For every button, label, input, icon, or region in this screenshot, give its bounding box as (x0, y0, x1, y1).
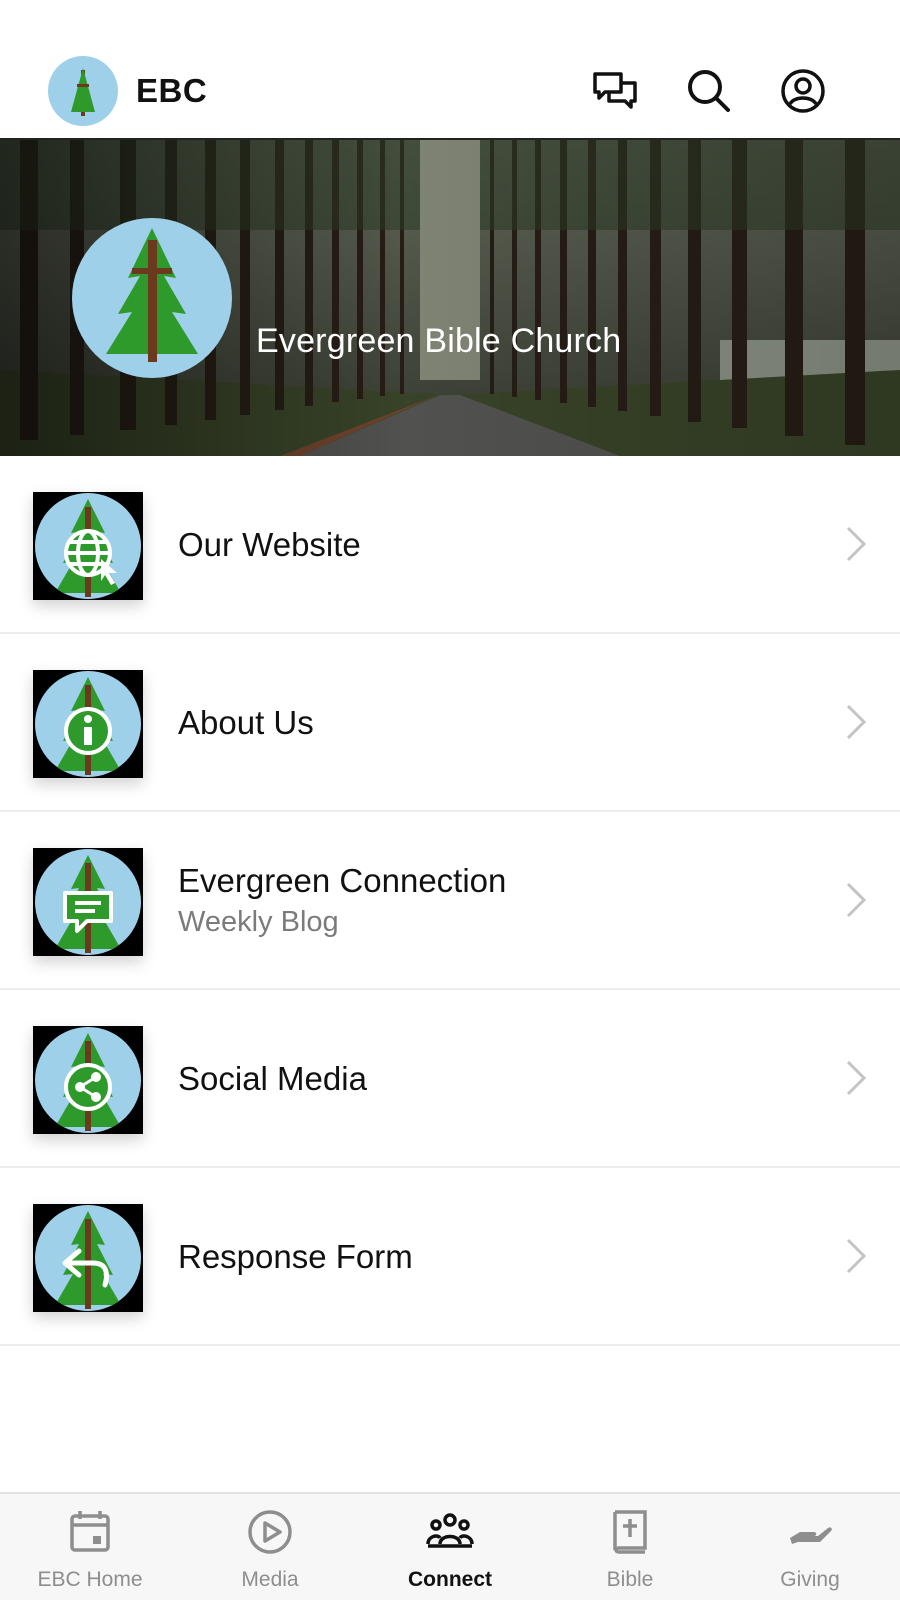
tab-connect[interactable]: Connect (360, 1494, 540, 1600)
tab-media[interactable]: Media (180, 1494, 360, 1600)
menu-item-thumbnail (33, 670, 143, 778)
chevron-right-icon (846, 1238, 867, 1274)
menu-item-our-website[interactable]: Our Website (0, 456, 900, 634)
menu-item-label: Evergreen Connection (178, 862, 507, 899)
status-bar (0, 0, 900, 46)
calendar-icon (70, 1511, 110, 1552)
chat-icon[interactable] (590, 66, 640, 116)
menu-item-about-us[interactable]: About Us (0, 634, 900, 812)
menu-item-thumbnail (33, 848, 143, 956)
menu-item-label: Social Media (178, 1060, 367, 1097)
menu-item-label: Our Website (178, 526, 361, 563)
connect-menu-list: Our Website About Us Evergreen Connectio… (0, 456, 900, 1346)
people-icon (426, 1513, 474, 1548)
search-icon[interactable] (684, 66, 734, 116)
giving-icon (790, 1527, 832, 1544)
tab-ebc-home[interactable]: EBC Home (0, 1494, 180, 1600)
hero-title: Evergreen Bible Church (256, 322, 622, 360)
tab-giving[interactable]: Giving (720, 1494, 900, 1600)
menu-item-thumbnail (33, 1026, 143, 1134)
info-icon (64, 707, 112, 755)
app-title: EBC (136, 72, 208, 109)
menu-item-thumbnail (33, 1204, 143, 1312)
menu-item-label: Response Form (178, 1238, 413, 1275)
hero-banner: Evergreen Bible Church (0, 140, 900, 456)
menu-item-social-media[interactable]: Social Media (0, 990, 900, 1168)
tab-bible[interactable]: Bible (540, 1494, 720, 1600)
app-logo[interactable] (48, 56, 118, 126)
tab-label: EBC Home (37, 1568, 143, 1591)
tab-label: Media (241, 1568, 299, 1591)
menu-item-evergreen-connection[interactable]: Evergreen Connection Weekly Blog (0, 812, 900, 990)
chevron-right-icon (846, 704, 867, 740)
tab-label: Connect (408, 1568, 492, 1591)
profile-icon[interactable] (778, 66, 828, 116)
app-header: EBC (0, 46, 900, 140)
church-logo (72, 218, 232, 378)
chevron-right-icon (846, 526, 867, 562)
tab-label: Bible (606, 1568, 654, 1591)
menu-item-sublabel: Weekly Blog (178, 906, 339, 938)
tab-label: Giving (780, 1568, 840, 1591)
play-icon (248, 1510, 292, 1554)
share-icon (64, 1063, 112, 1111)
menu-item-response-form[interactable]: Response Form (0, 1168, 900, 1346)
bible-icon (613, 1510, 647, 1554)
menu-item-thumbnail (33, 492, 143, 600)
chevron-right-icon (846, 882, 867, 918)
bottom-tab-bar: EBC Home Media Connect Bible Giving (0, 1492, 900, 1600)
menu-item-label: About Us (178, 704, 314, 741)
chevron-right-icon (846, 1060, 867, 1096)
